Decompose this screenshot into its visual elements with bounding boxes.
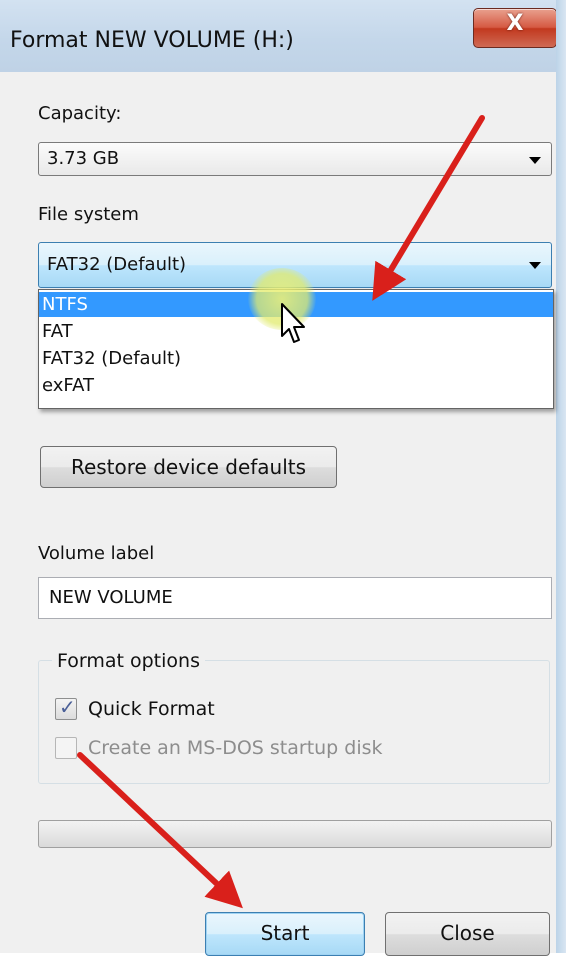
chevron-down-icon (529, 157, 541, 164)
window-frame-right (556, 0, 566, 953)
restore-defaults-button[interactable]: Restore device defaults (40, 446, 337, 488)
title-bar: Format NEW VOLUME (H:) X (0, 0, 566, 72)
format-options-legend: Format options (52, 650, 205, 672)
option-fat32[interactable]: FAT32 (Default) (39, 346, 553, 371)
chevron-down-icon (529, 262, 541, 269)
quick-format-checkbox[interactable]: ✓ (55, 695, 77, 720)
option-exfat[interactable]: exFAT (39, 373, 553, 398)
format-dialog: Format NEW VOLUME (H:) X Capacity: 3.73 … (0, 0, 566, 956)
volume-label-caption: Volume label (38, 543, 155, 564)
close-button[interactable]: Close (385, 912, 550, 956)
format-options-group (38, 660, 550, 784)
volume-label-input[interactable] (49, 587, 529, 608)
quick-format-label: Quick Format (88, 698, 215, 720)
volume-label-field[interactable] (38, 577, 552, 619)
format-progress-bar (38, 820, 552, 848)
file-system-value: FAT32 (Default) (47, 254, 187, 275)
mouse-pointer-icon (281, 303, 305, 343)
capacity-label: Capacity: (38, 103, 122, 124)
start-button[interactable]: Start (205, 912, 365, 956)
msdos-startup-checkbox[interactable] (55, 737, 77, 759)
capacity-dropdown[interactable]: 3.73 GB (38, 142, 552, 176)
msdos-startup-label: Create an MS-DOS startup disk (88, 737, 383, 759)
file-system-label: File system (38, 204, 139, 225)
checkmark-icon: ✓ (59, 695, 76, 719)
capacity-value: 3.73 GB (47, 148, 120, 169)
window-title: Format NEW VOLUME (H:) (10, 28, 294, 53)
close-window-button[interactable]: X (473, 8, 557, 48)
close-icon: X (506, 11, 524, 36)
